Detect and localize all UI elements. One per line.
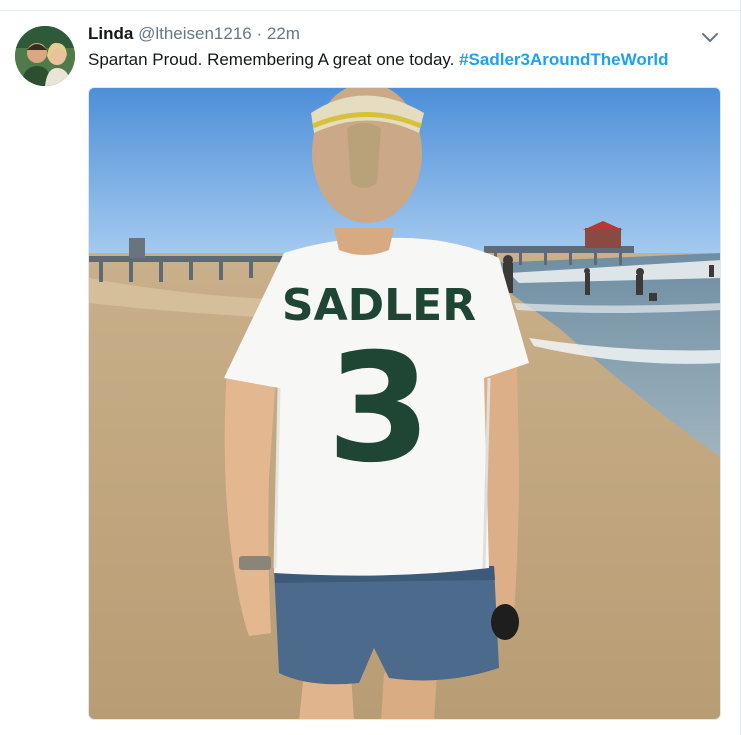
avatar[interactable] [15,26,75,86]
chevron-down-icon [702,33,718,42]
author-handle[interactable]: @ltheisen1216 [138,24,252,43]
tweet-header: Linda @ltheisen1216 · 22m [88,24,300,44]
timestamp[interactable]: 22m [267,24,300,43]
jersey-number: 3 [327,322,431,496]
beach-photo-icon: SADLER 3 [89,88,720,719]
tweet-body: Spartan Proud. Remembering A great one t… [88,50,455,69]
tweet-photo[interactable]: SADLER 3 [88,87,721,720]
profile-photo-icon [15,26,75,86]
author-name[interactable]: Linda [88,24,133,43]
tweet-menu-button[interactable] [700,31,720,45]
hashtag-link[interactable]: #Sadler3AroundTheWorld [459,50,668,69]
tweet-text: Spartan Proud. Remembering A great one t… [88,50,668,70]
tweet-card[interactable]: Linda @ltheisen1216 · 22m Spartan Proud.… [0,11,740,735]
timeline-divider [0,0,741,11]
separator: · [256,24,263,43]
